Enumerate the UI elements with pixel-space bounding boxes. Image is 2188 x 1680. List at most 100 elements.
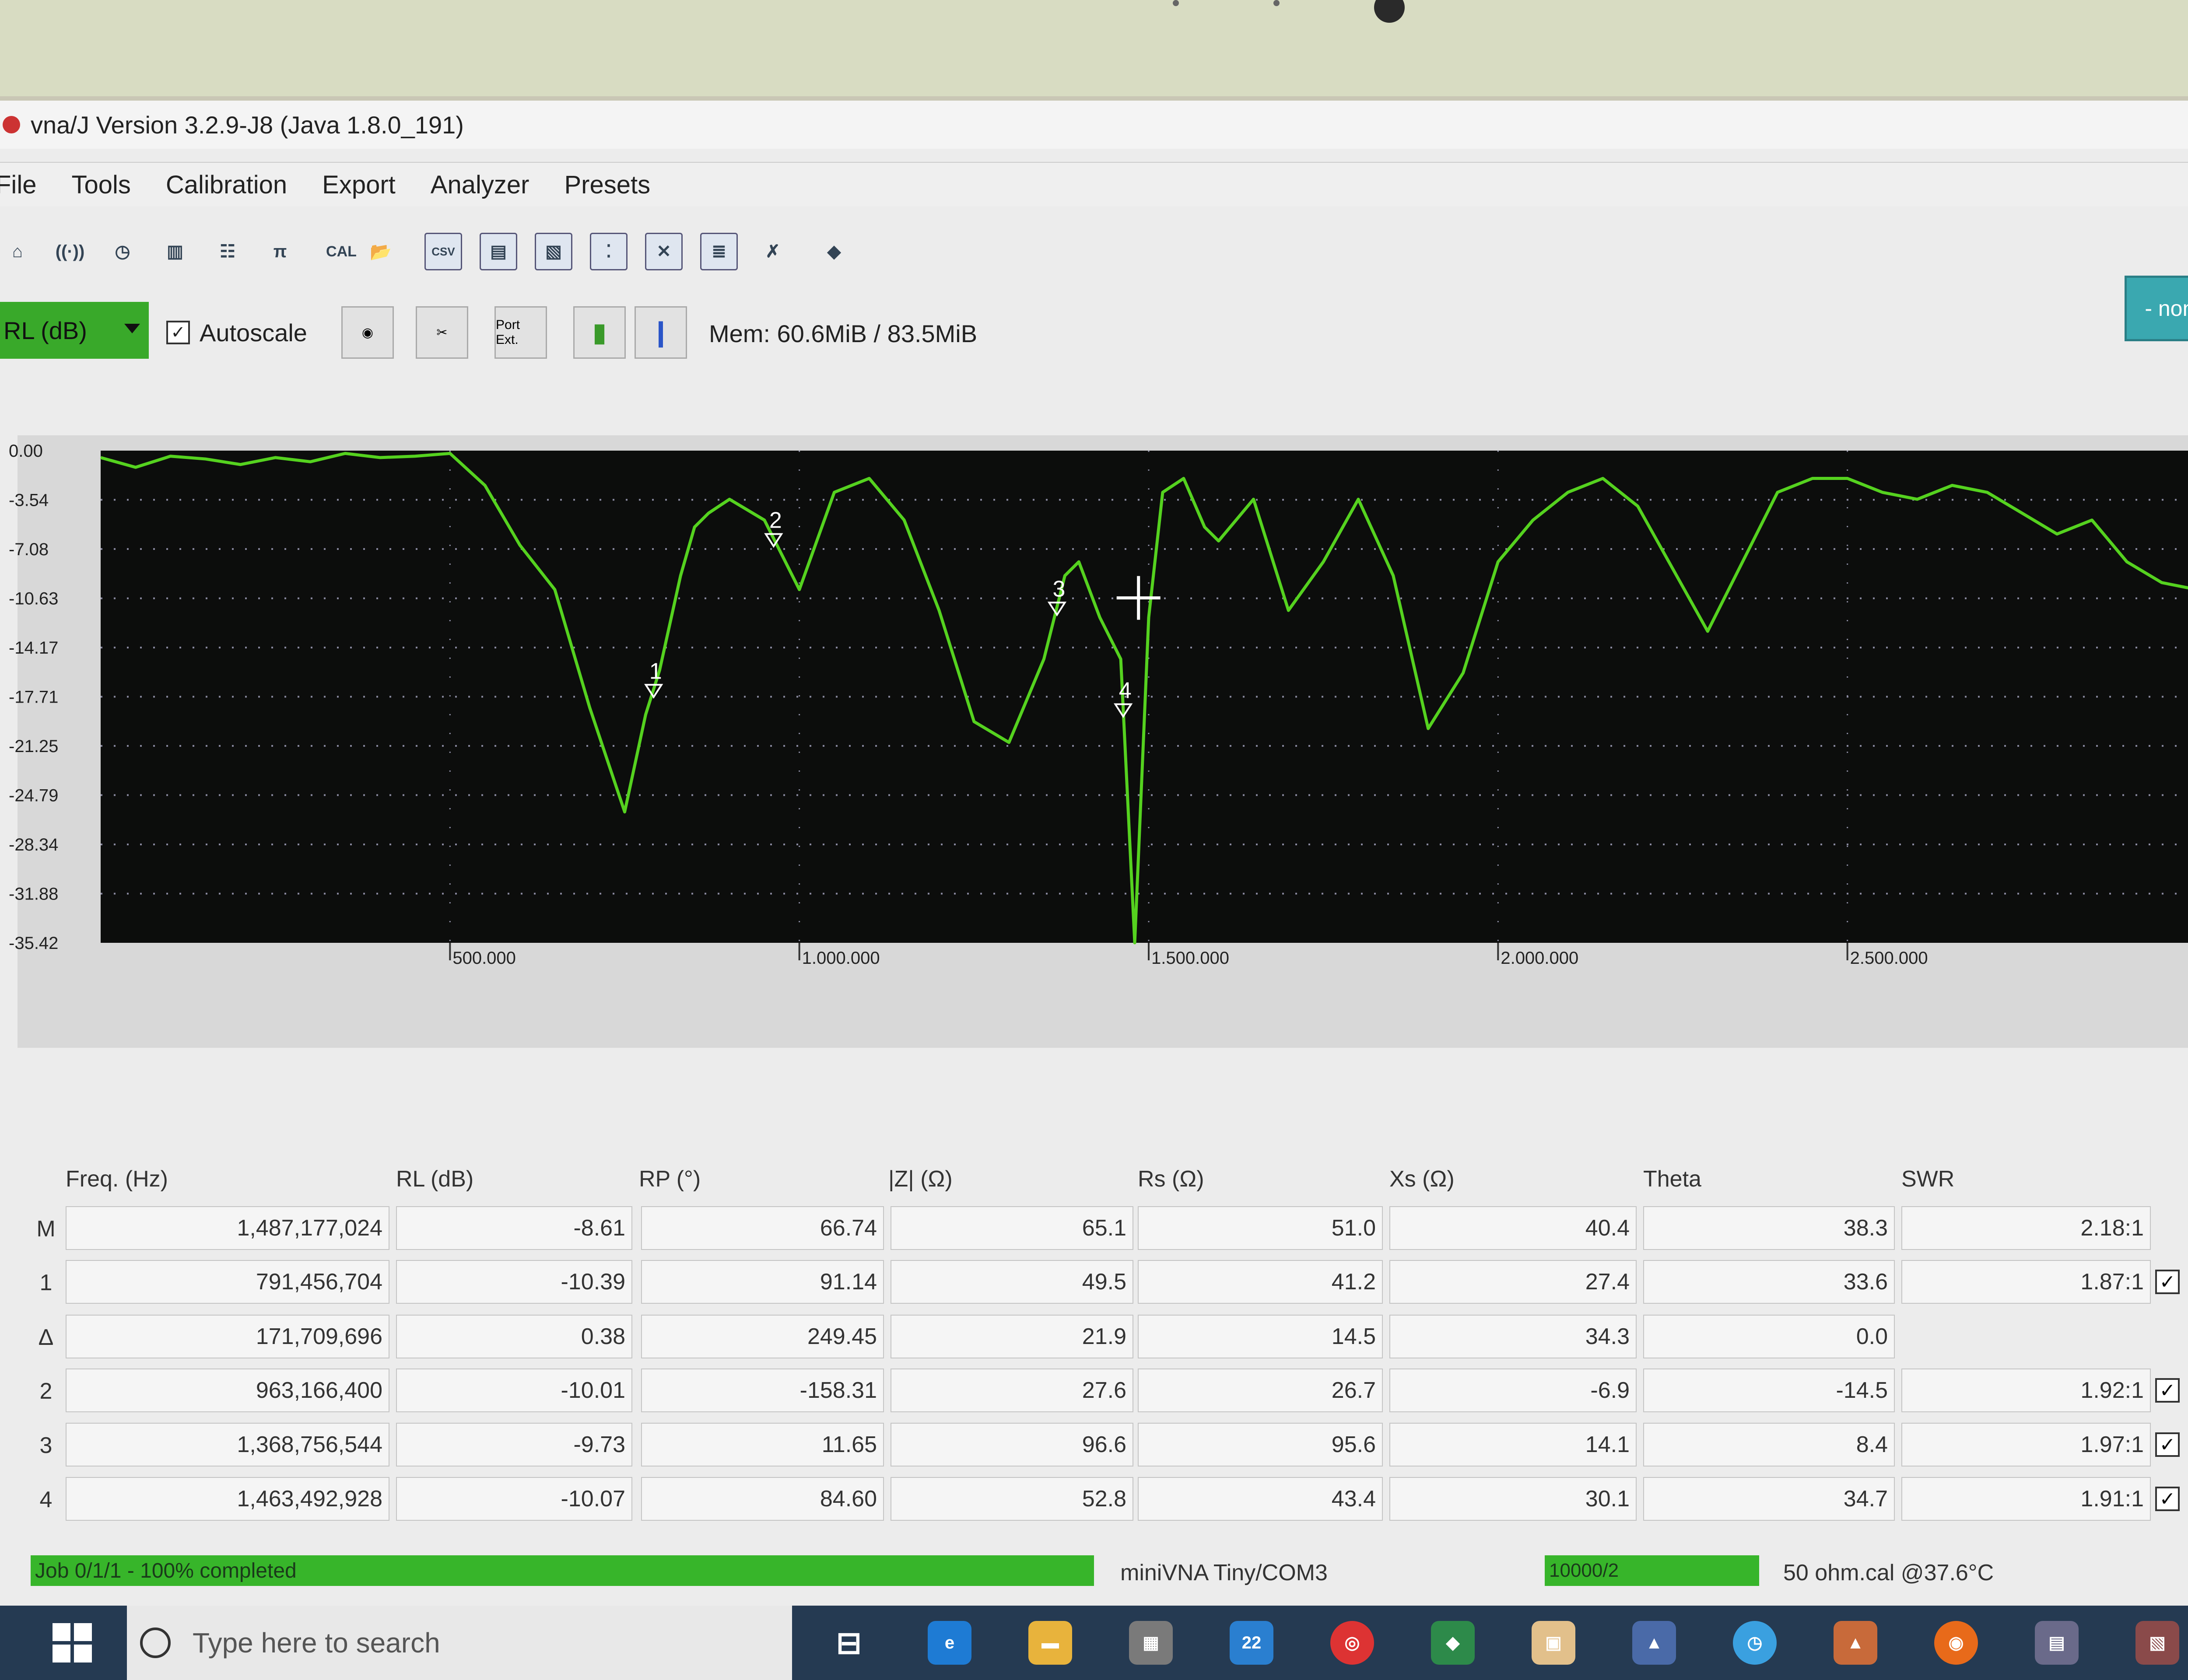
open-folder-icon[interactable]: 📂 [363, 234, 398, 269]
table-cell: 21.9 [891, 1315, 1133, 1358]
xml-icon[interactable]: ≣ [700, 233, 738, 270]
app-icon-gray[interactable]: ▤ [2035, 1621, 2079, 1665]
scale-select-value: RL (dB) [4, 316, 87, 344]
marker-visible-checkbox[interactable]: ✓ [2155, 1270, 2180, 1294]
scale-select[interactable]: RL (dB) [0, 302, 149, 359]
menu-presets[interactable]: Presets [564, 170, 650, 200]
bezel-dot [1173, 0, 1179, 6]
table-row-label: 2 [39, 1379, 53, 1404]
autoscale-label: Autoscale [200, 318, 307, 346]
store-icon[interactable]: ▦ [1129, 1621, 1173, 1665]
csv-export-button[interactable]: CSV [424, 233, 462, 270]
steps-bar: 10000/2 [1545, 1555, 1759, 1586]
menu-analyzer[interactable]: Analyzer [431, 170, 529, 200]
chart-toolbar: RL (dB) ✓ Autoscale ◉ ✂ Port Ext. ▮ ❙ Me… [0, 276, 2188, 363]
task-view-icon[interactable]: ⊟ [827, 1621, 871, 1665]
pdf-icon[interactable]: ▤ [480, 233, 517, 270]
webcam [1374, 0, 1405, 23]
table-header: RP (°) [639, 1166, 701, 1192]
autoscale-checkbox[interactable]: ✓ [166, 321, 190, 344]
table-cell: 1.91:1 [1901, 1477, 2151, 1521]
pdf-export-icon[interactable]: ▧ [535, 233, 572, 270]
table-header: Theta [1643, 1166, 1701, 1192]
analyzer-icon[interactable]: ⌂ [0, 234, 35, 269]
menu-tools[interactable]: Tools [71, 170, 130, 200]
scale-icon[interactable]: ✂ [416, 306, 468, 359]
table-header: Rs (Ω) [1138, 1166, 1204, 1192]
table-header: Freq. (Hz) [66, 1166, 168, 1192]
table-row-label: 4 [39, 1487, 53, 1512]
table-cell: 791,456,704 [66, 1260, 389, 1304]
menu-calibration[interactable]: Calibration [166, 170, 287, 200]
table-cell: 27.6 [891, 1368, 1133, 1412]
chart-svg: 0.00 -3.54 -7.08 -10.63 -14.17 -17.71 -21.25 -2… [9, 435, 2188, 1048]
edge-icon[interactable]: e [928, 1621, 971, 1665]
table-cell: 14.5 [1138, 1315, 1383, 1358]
port-extension-button[interactable]: Port Ext. [494, 306, 547, 359]
antenna-icon[interactable]: π [263, 234, 298, 269]
marker-label: 3 [1052, 576, 1065, 602]
table-cell: 96.6 [891, 1423, 1133, 1466]
menu-export[interactable]: Export [322, 170, 396, 200]
table-cell: 11.65 [641, 1423, 884, 1466]
y-tick-label: -14.17 [9, 638, 58, 658]
table-cell: 40.4 [1389, 1206, 1637, 1250]
scatter-icon[interactable]: ⁚ [590, 233, 628, 270]
windows-start-icon[interactable] [53, 1623, 92, 1662]
marker-visible-checkbox[interactable]: ✓ [2155, 1432, 2180, 1457]
marker-visible-checkbox[interactable]: ✓ [2155, 1487, 2180, 1511]
battery-icon[interactable]: ▮ [573, 306, 626, 359]
table-cell: -14.5 [1643, 1368, 1895, 1412]
app-icon-orange[interactable]: ▲ [1834, 1621, 1877, 1665]
cal-button[interactable]: CAL [324, 234, 359, 269]
table-cell: 1,487,177,024 [66, 1206, 389, 1250]
window-title: vna/J Version 3.2.9-J8 (Java 1.8.0_191) [31, 111, 464, 139]
table-cell: 26.7 [1138, 1368, 1383, 1412]
app-icon-green[interactable]: ◆ [1431, 1621, 1475, 1665]
table-cell: 1,368,756,544 [66, 1423, 389, 1466]
x-tick-label: 1.500.000 [1151, 948, 1229, 968]
y-tick-label: -28.34 [9, 835, 58, 854]
smith-chart-icon[interactable]: ◉ [341, 306, 394, 359]
y-tick-label: -3.54 [9, 490, 49, 510]
building-icon[interactable]: ▥ [158, 234, 193, 269]
table-header: Xs (Ω) [1389, 1166, 1455, 1192]
table-cell: 66.74 [641, 1206, 884, 1250]
device-label: miniVNA Tiny/COM3 [1120, 1560, 1328, 1586]
taskbar-search[interactable]: Type here to search [127, 1606, 792, 1680]
clock-icon[interactable]: ◷ [105, 234, 140, 269]
firefox-icon[interactable]: ◉ [1934, 1621, 1978, 1665]
table-cell: -10.39 [396, 1260, 632, 1304]
autoscale-toggle[interactable]: ✓ Autoscale [166, 311, 307, 354]
table-cell: -10.01 [396, 1368, 632, 1412]
grid-icon[interactable]: ☷ [210, 234, 245, 269]
file-explorer-icon[interactable]: ▬ [1028, 1621, 1072, 1665]
java-app-icon[interactable]: ▲ [1632, 1621, 1676, 1665]
mail-icon[interactable]: 22 [1230, 1621, 1273, 1665]
preset-select[interactable]: - none - [2125, 276, 2188, 341]
search-placeholder: Type here to search [193, 1627, 440, 1659]
xls-icon[interactable]: ✕ [645, 233, 683, 270]
chrome-icon[interactable]: ◎ [1330, 1621, 1374, 1665]
clock-app-icon[interactable]: ◷ [1733, 1621, 1777, 1665]
thermometer-icon[interactable]: ❙ [635, 306, 687, 359]
table-header: |Z| (Ω) [888, 1166, 953, 1192]
table-row-label: M [36, 1216, 56, 1242]
marker-visible-checkbox[interactable]: ✓ [2155, 1378, 2180, 1403]
app-icon [3, 116, 20, 133]
eraser-icon[interactable]: ◆ [817, 234, 852, 269]
table-cell: 91.14 [641, 1260, 884, 1304]
app-icon-red[interactable]: ▧ [2135, 1621, 2179, 1665]
chart-icon[interactable]: ✗ [755, 234, 790, 269]
monitor-bezel [0, 0, 2188, 96]
table-cell: 95.6 [1138, 1423, 1383, 1466]
app-icon-beige[interactable]: ▣ [1532, 1621, 1575, 1665]
wireless-icon[interactable]: ((·)) [53, 234, 88, 269]
table-header: SWR [1901, 1166, 1955, 1192]
menu-file[interactable]: File [0, 170, 36, 200]
title-bar: vna/J Version 3.2.9-J8 (Java 1.8.0_191) [0, 101, 2188, 149]
mail-badge: 22 [1241, 1633, 1262, 1652]
job-status: Job 0/1/1 - 100% completed [35, 1559, 297, 1582]
y-tick-label: -21.25 [9, 737, 58, 756]
table-cell: 38.3 [1643, 1206, 1895, 1250]
